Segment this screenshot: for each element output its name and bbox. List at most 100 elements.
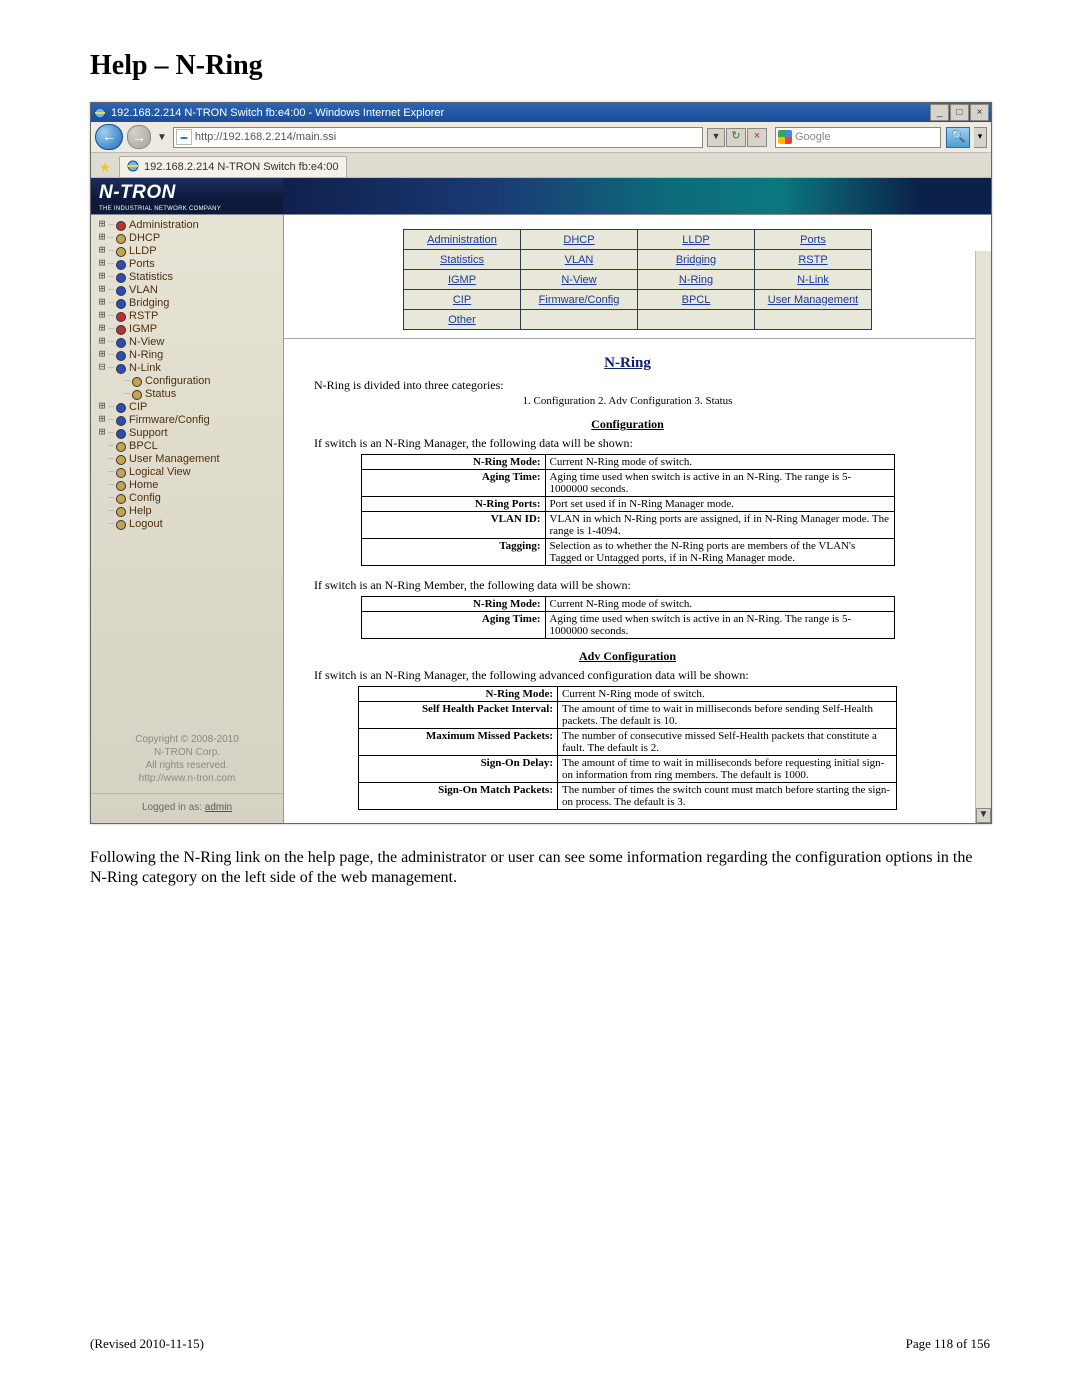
sidebar-item[interactable]: ⊞┄LLDP <box>97 245 279 258</box>
help-category-cell[interactable]: RSTP <box>755 250 872 270</box>
field-label: Sign-On Delay: <box>359 756 558 783</box>
help-category-cell[interactable]: DHCP <box>521 230 638 250</box>
sidebar-item[interactable]: ⊞┄Support <box>97 427 279 440</box>
help-category-link[interactable]: User Management <box>768 294 859 306</box>
address-dropdown-button[interactable]: ▼ <box>707 128 725 147</box>
help-category-cell[interactable]: BPCL <box>638 290 755 310</box>
expand-icon[interactable]: ⊞ <box>97 310 107 323</box>
sidebar-item[interactable]: ┄Logout <box>97 518 279 531</box>
expand-icon[interactable]: ⊞ <box>97 401 107 414</box>
help-category-cell[interactable]: N-Ring <box>638 270 755 290</box>
favorites-icon[interactable]: ★ <box>97 159 113 175</box>
help-title: N-Ring <box>294 355 961 372</box>
expand-icon[interactable]: ⊞ <box>97 245 107 258</box>
sidebar-item[interactable]: ⊞┄Bridging <box>97 297 279 310</box>
help-category-link[interactable]: Other <box>448 314 476 326</box>
help-category-link[interactable]: BPCL <box>682 294 711 306</box>
forward-button[interactable]: → <box>127 125 151 149</box>
help-category-cell[interactable]: N-Link <box>755 270 872 290</box>
help-category-cell[interactable]: IGMP <box>404 270 521 290</box>
expand-icon[interactable]: ⊞ <box>97 336 107 349</box>
help-category-link[interactable]: VLAN <box>565 254 594 266</box>
search-bar[interactable]: Google <box>775 127 941 148</box>
help-category-link[interactable]: Statistics <box>440 254 484 266</box>
tree-connector: ┄ <box>108 310 114 323</box>
help-category-link[interactable]: RSTP <box>798 254 827 266</box>
sidebar-item[interactable]: ┄Configuration <box>97 375 279 388</box>
help-category-cell[interactable]: CIP <box>404 290 521 310</box>
collapse-icon[interactable]: ⊟ <box>97 362 107 375</box>
bullet-icon <box>116 468 126 478</box>
sidebar-item[interactable]: ┄BPCL <box>97 440 279 453</box>
expand-icon[interactable]: ⊞ <box>97 349 107 362</box>
copyright-link[interactable]: http://www.n-tron.com <box>95 772 279 785</box>
help-category-link[interactable]: N-View <box>561 274 596 286</box>
help-category-cell[interactable]: User Management <box>755 290 872 310</box>
sidebar-item[interactable]: ⊞┄RSTP <box>97 310 279 323</box>
help-category-cell[interactable]: Firmware/Config <box>521 290 638 310</box>
expand-icon[interactable]: ⊞ <box>97 219 107 232</box>
help-category-cell[interactable]: Bridging <box>638 250 755 270</box>
sidebar-item[interactable]: ⊟┄N-Link <box>97 362 279 375</box>
cfg-mem-note: If switch is an N-Ring Member, the follo… <box>314 578 961 593</box>
sidebar-item[interactable]: ⊞┄Administration <box>97 219 279 232</box>
expand-icon[interactable]: ⊞ <box>97 284 107 297</box>
help-category-cell[interactable]: Statistics <box>404 250 521 270</box>
vertical-scrollbar[interactable] <box>975 251 991 823</box>
help-category-cell[interactable]: Administration <box>404 230 521 250</box>
sidebar-item[interactable]: ┄Status <box>97 388 279 401</box>
history-dropdown-icon[interactable]: ▼ <box>155 132 169 143</box>
help-category-cell <box>755 310 872 330</box>
help-category-cell[interactable]: VLAN <box>521 250 638 270</box>
expand-icon[interactable]: ⊞ <box>97 427 107 440</box>
sidebar-item[interactable]: ┄User Management <box>97 453 279 466</box>
sidebar-item-label: User Management <box>129 453 220 466</box>
expand-icon[interactable]: ⊞ <box>97 323 107 336</box>
browser-tab[interactable]: 192.168.2.214 N-TRON Switch fb:e4:00 <box>119 156 347 177</box>
expand-icon[interactable]: ⊞ <box>97 258 107 271</box>
search-dropdown[interactable]: ▾ <box>974 127 987 148</box>
sidebar-item[interactable]: ┄Help <box>97 505 279 518</box>
help-category-link[interactable]: Firmware/Config <box>539 294 620 306</box>
expand-icon[interactable]: ⊞ <box>97 271 107 284</box>
sidebar-item[interactable]: ⊞┄N-View <box>97 336 279 349</box>
maximize-button[interactable]: □ <box>950 104 969 121</box>
help-category-link[interactable]: LLDP <box>682 234 710 246</box>
help-category-cell[interactable]: LLDP <box>638 230 755 250</box>
sidebar-item[interactable]: ⊞┄VLAN <box>97 284 279 297</box>
sidebar-item[interactable]: ⊞┄IGMP <box>97 323 279 336</box>
expand-icon[interactable]: ⊞ <box>97 232 107 245</box>
expand-icon[interactable]: ⊞ <box>97 297 107 310</box>
sidebar-item[interactable]: ⊞┄CIP <box>97 401 279 414</box>
sidebar-item[interactable]: ┄Config <box>97 492 279 505</box>
sidebar-item[interactable]: ┄Logical View <box>97 466 279 479</box>
help-category-link[interactable]: DHCP <box>563 234 594 246</box>
sidebar-item[interactable]: ⊞┄Statistics <box>97 271 279 284</box>
sidebar-item[interactable]: ⊞┄DHCP <box>97 232 279 245</box>
back-button[interactable]: ← <box>95 124 123 150</box>
help-category-link[interactable]: Administration <box>427 234 497 246</box>
expand-icon[interactable]: ⊞ <box>97 414 107 427</box>
help-category-link[interactable]: Ports <box>800 234 826 246</box>
help-category-link[interactable]: Bridging <box>676 254 716 266</box>
stop-button[interactable]: × <box>747 128 767 147</box>
search-button[interactable]: 🔍 <box>946 127 970 148</box>
help-category-link[interactable]: N-Link <box>797 274 829 286</box>
address-bar[interactable]: http://192.168.2.214/main.ssi <box>173 127 703 148</box>
scroll-down-button[interactable]: ▼ <box>976 808 991 823</box>
help-category-link[interactable]: IGMP <box>448 274 476 286</box>
help-category-cell[interactable]: Ports <box>755 230 872 250</box>
tree-connector: ┄ <box>108 479 114 492</box>
minimize-button[interactable]: _ <box>930 104 949 121</box>
sidebar-item[interactable]: ┄Home <box>97 479 279 492</box>
help-category-link[interactable]: CIP <box>453 294 471 306</box>
close-button[interactable]: × <box>970 104 989 121</box>
help-category-cell[interactable]: Other <box>404 310 521 330</box>
refresh-button[interactable]: ↻ <box>726 128 746 147</box>
help-category-link[interactable]: N-Ring <box>679 274 713 286</box>
sidebar-item[interactable]: ⊞┄N-Ring <box>97 349 279 362</box>
help-category-cell[interactable]: N-View <box>521 270 638 290</box>
sidebar-item[interactable]: ⊞┄Ports <box>97 258 279 271</box>
sidebar-item[interactable]: ⊞┄Firmware/Config <box>97 414 279 427</box>
tree-connector: ┄ <box>108 505 114 518</box>
